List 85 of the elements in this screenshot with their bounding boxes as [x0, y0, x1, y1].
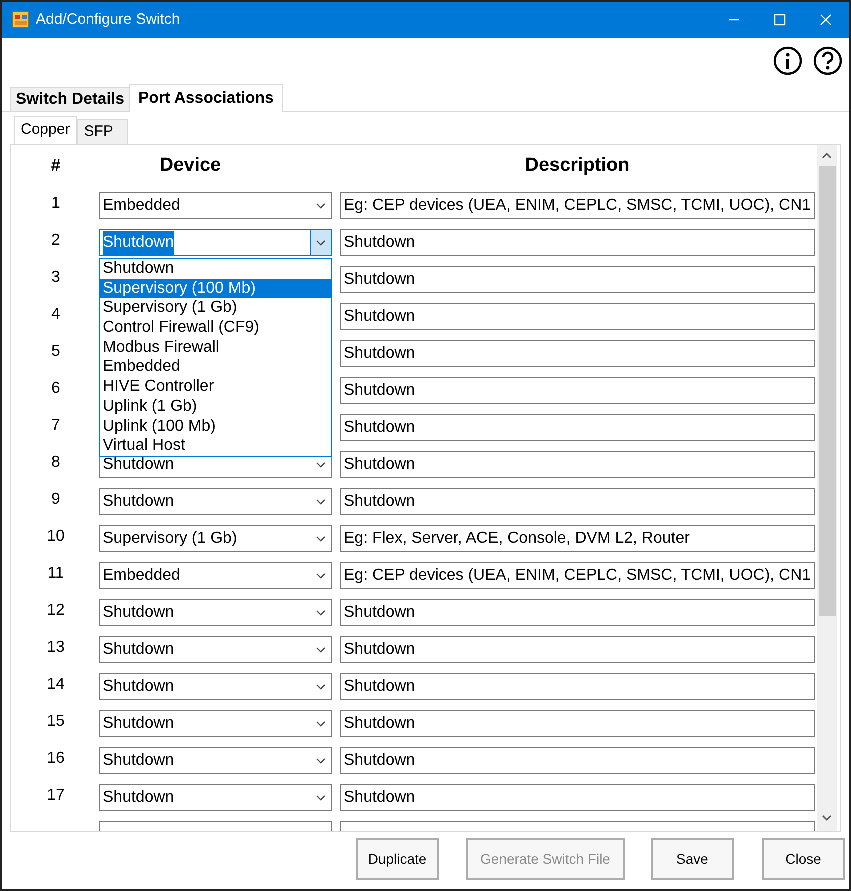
device-dropdown[interactable]: Embedded — [99, 192, 332, 219]
chevron-down-icon[interactable] — [316, 610, 326, 616]
column-header: Description — [524, 154, 631, 178]
row-number: 6 — [50, 378, 62, 398]
row-number: 12 — [46, 600, 66, 620]
description-field[interactable]: Shutdown — [340, 636, 815, 663]
device-dropdown[interactable]: Shutdown — [99, 488, 332, 515]
button[interactable]: Save — [651, 838, 734, 880]
row-number: 8 — [50, 452, 62, 472]
row-number: 10 — [46, 526, 66, 546]
chevron-down-icon[interactable] — [316, 202, 326, 208]
description-field[interactable]: Shutdown — [340, 784, 815, 811]
device-dropdown[interactable]: Shutdown — [99, 229, 332, 256]
description-field[interactable]: Shutdown — [340, 747, 815, 774]
button: Generate Switch File — [466, 838, 625, 880]
help-icon[interactable] — [813, 46, 843, 76]
row-number: 14 — [46, 674, 66, 694]
tab[interactable]: Port Associations — [129, 84, 283, 112]
description-field[interactable]: Shutdown — [340, 340, 815, 367]
chevron-down-icon[interactable] — [316, 684, 326, 690]
scroll-up-icon[interactable] — [821, 151, 833, 161]
description-field[interactable]: Shutdown — [340, 377, 815, 404]
chevron-down-icon[interactable] — [316, 462, 326, 468]
chevron-down-icon[interactable] — [316, 536, 326, 542]
row-number: 3 — [50, 268, 62, 288]
row-number: 9 — [50, 490, 62, 510]
row-number: 7 — [50, 416, 62, 436]
device-dropdown[interactable]: Shutdown — [99, 710, 332, 737]
dropdown-option[interactable]: HIVE Controller — [100, 377, 331, 397]
button[interactable]: Duplicate — [356, 838, 439, 880]
row-number: 1 — [50, 194, 62, 214]
dropdown-option[interactable]: Modbus Firewall — [100, 338, 331, 358]
chevron-down-icon[interactable] — [316, 794, 326, 800]
dropdown-option[interactable]: Shutdown — [100, 259, 331, 279]
chevron-down-icon[interactable] — [316, 498, 326, 504]
scrollbar-thumb[interactable] — [818, 166, 836, 616]
dropdown-option[interactable]: Uplink (1 Gb) — [100, 396, 331, 416]
dropdown-option[interactable]: Supervisory (1 Gb) — [100, 298, 331, 318]
row-number: 5 — [50, 342, 62, 362]
chevron-down-icon[interactable] — [316, 758, 326, 764]
dropdown-option[interactable]: Uplink (100 Mb) — [100, 416, 331, 436]
description-field[interactable]: Eg: Flex, Server, ACE, Console, DVM L2, Router — [340, 525, 815, 552]
row-number: 2 — [50, 230, 62, 250]
description-field[interactable]: Shutdown — [340, 303, 815, 330]
chevron-down-icon[interactable] — [316, 646, 326, 652]
description-field[interactable]: Shutdown — [340, 710, 815, 737]
description-field[interactable]: Shutdown — [340, 229, 815, 256]
description-field[interactable]: Shutdown — [340, 599, 815, 626]
window-title: Add/Configure Switch — [36, 10, 180, 30]
description-field[interactable]: Shutdown — [340, 488, 815, 515]
row-number: 4 — [50, 304, 62, 324]
device-dropdown[interactable]: Shutdown — [99, 599, 332, 626]
tab[interactable]: Switch Details — [10, 87, 130, 111]
description-field[interactable]: Shutdown — [340, 673, 815, 700]
description-field[interactable]: Shutdown — [340, 451, 815, 478]
row-number: 13 — [46, 638, 66, 658]
row-number: 17 — [46, 786, 66, 806]
description-field[interactable]: Shutdown — [340, 414, 815, 441]
app-icon — [12, 11, 30, 29]
scrollbar[interactable] — [817, 145, 837, 831]
column-header: # — [50, 155, 62, 178]
tab[interactable]: SFP — [77, 119, 128, 144]
row-number: 11 — [46, 564, 66, 584]
scroll-down-icon[interactable] — [821, 813, 833, 823]
dropdown-option[interactable]: Supervisory (100 Mb) — [100, 278, 331, 298]
device-dropdown[interactable]: Shutdown — [99, 747, 332, 774]
button[interactable]: Close — [762, 838, 845, 880]
description-field[interactable]: Eg: CEP devices (UEA, ENIM, CEPLC, SMSC, TCMI, UOC), CN1 — [340, 192, 815, 219]
device-dropdown[interactable]: Supervisory (1 Gb) — [99, 525, 332, 552]
chevron-down-icon[interactable] — [316, 572, 326, 578]
device-dropdown[interactable]: Shutdown — [99, 784, 332, 811]
device-dropdown[interactable]: Shutdown — [99, 636, 332, 663]
info-icon[interactable] — [773, 46, 803, 76]
tab[interactable]: Copper — [14, 116, 78, 144]
column-header: Device — [158, 154, 222, 178]
device-dropdown[interactable]: Shutdown — [99, 673, 332, 700]
device-dropdown[interactable]: Embedded — [99, 562, 332, 589]
dropdown-option[interactable]: Control Firewall (CF9) — [100, 318, 331, 338]
chevron-down-icon[interactable] — [316, 240, 326, 246]
row-number: 15 — [46, 712, 66, 732]
dropdown-option[interactable]: Embedded — [100, 357, 331, 378]
row-number: 16 — [46, 748, 66, 768]
description-field[interactable]: Eg: CEP devices (UEA, ENIM, CEPLC, SMSC, TCMI, UOC), CN1 — [340, 562, 815, 589]
chevron-down-icon[interactable] — [316, 720, 326, 726]
description-field[interactable]: Shutdown — [340, 266, 815, 293]
